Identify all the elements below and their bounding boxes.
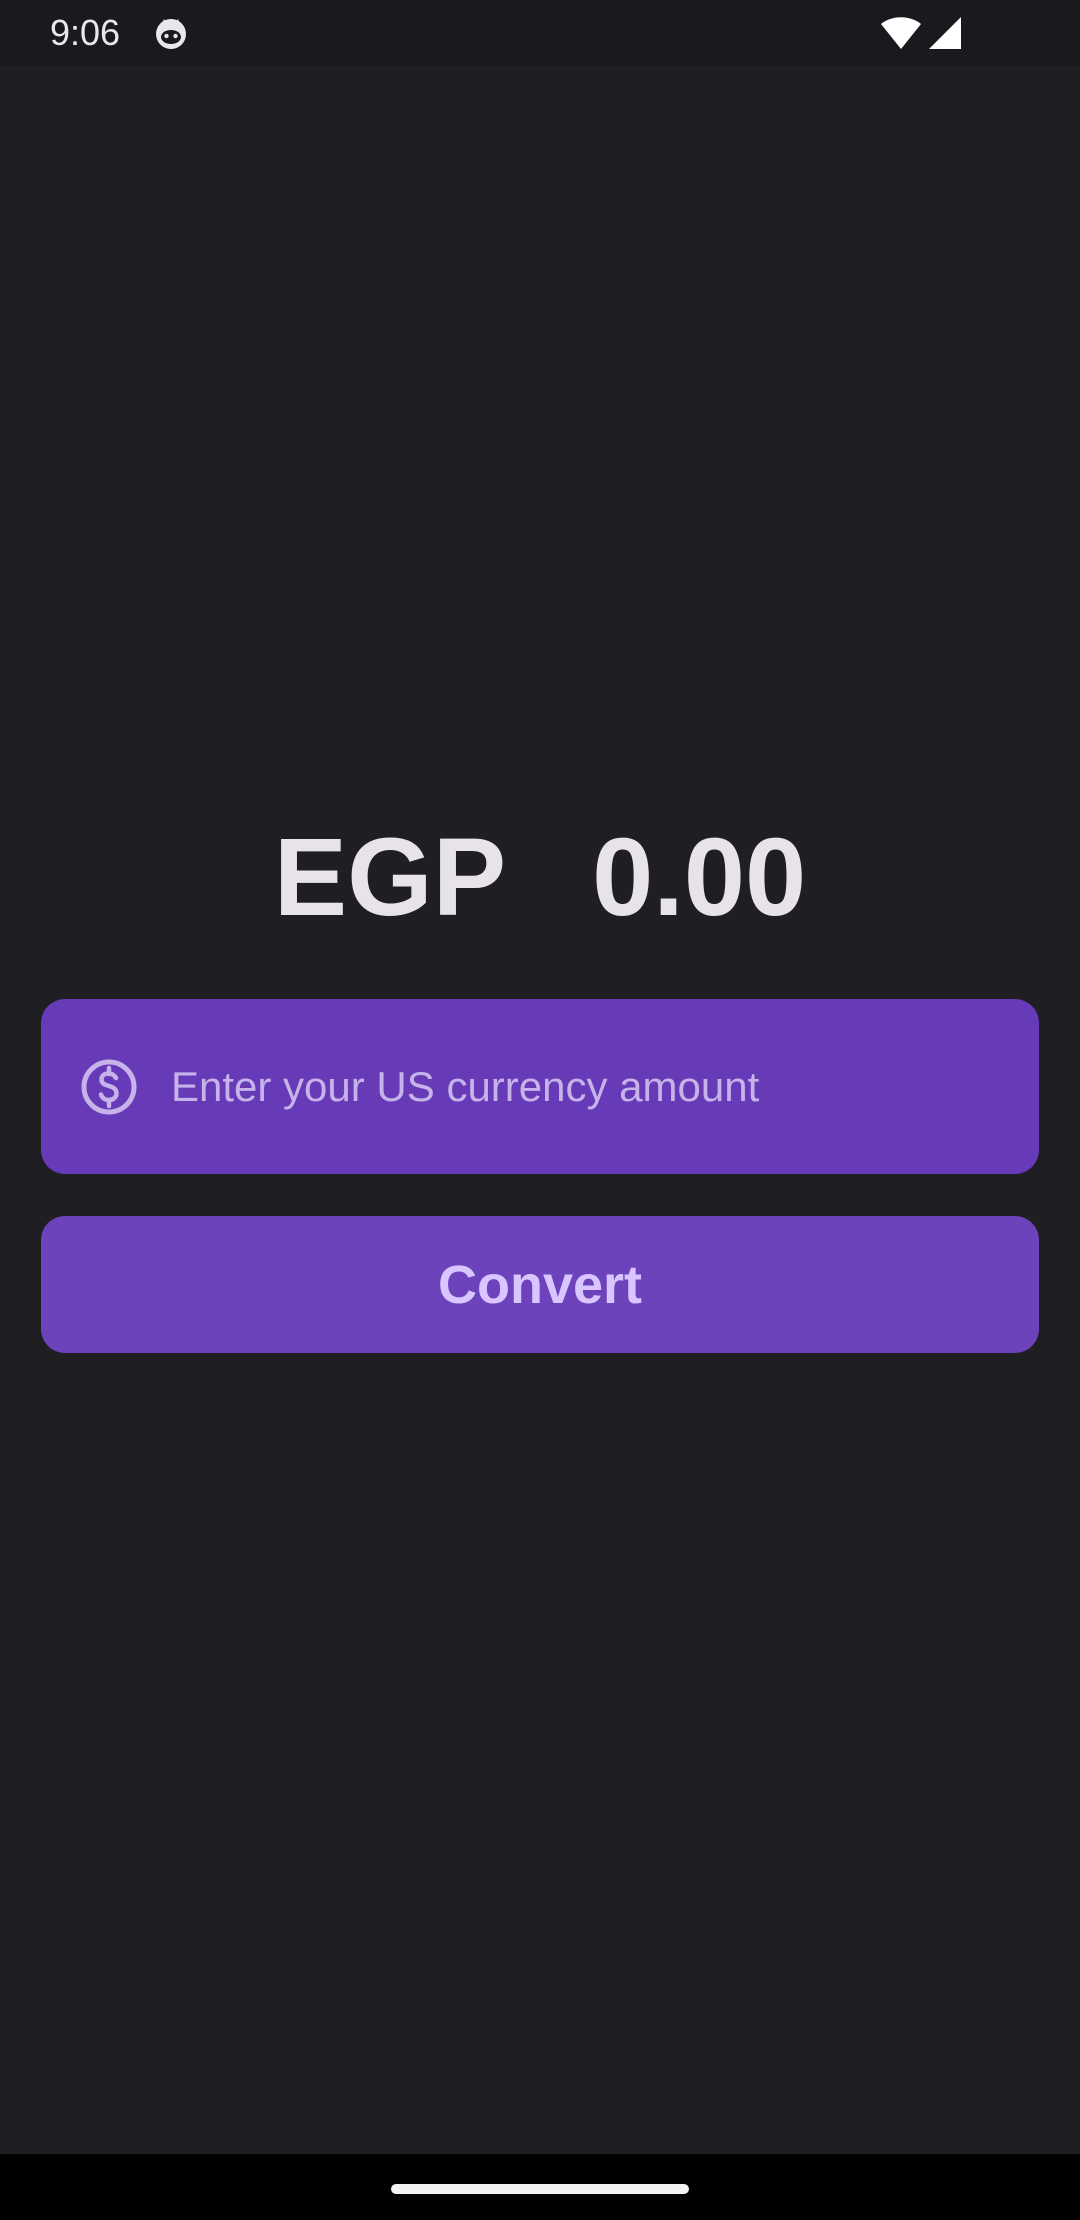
wifi-icon: [881, 17, 921, 49]
home-indicator[interactable]: [391, 2184, 689, 2194]
conversion-result: EGP 0.00: [0, 818, 1080, 938]
result-amount: 0.00: [592, 816, 807, 939]
convert-button[interactable]: Convert: [41, 1216, 1039, 1353]
amount-input[interactable]: [171, 999, 1011, 1174]
result-currency: EGP: [273, 816, 507, 939]
cat-face-icon: [156, 19, 186, 49]
status-bar: 9:06: [0, 0, 1080, 66]
amount-field[interactable]: [41, 999, 1039, 1174]
navigation-bar: [0, 2154, 1080, 2220]
status-time: 9:06: [50, 12, 121, 53]
dollar-circle-icon: [81, 1059, 137, 1115]
cell-signal-icon: [929, 17, 961, 49]
